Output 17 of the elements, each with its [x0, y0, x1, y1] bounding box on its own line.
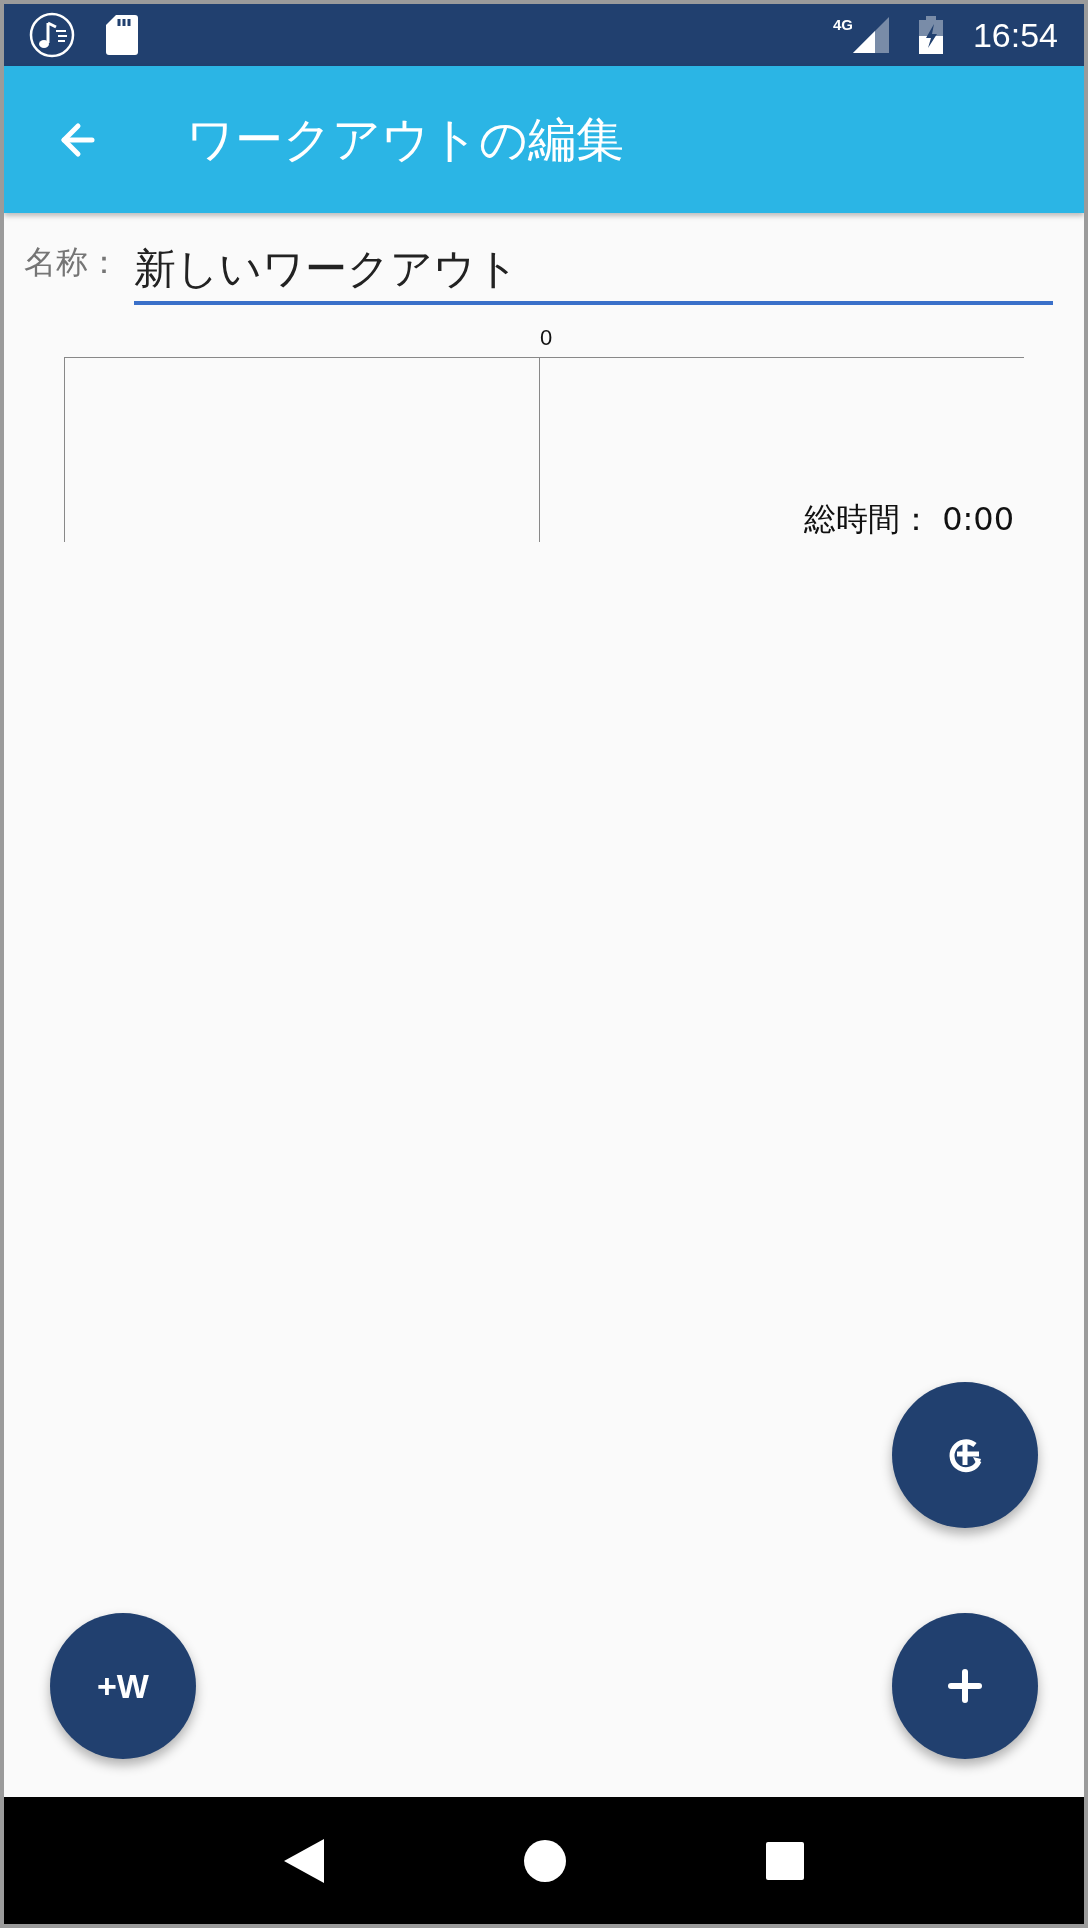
axis-label: 0	[539, 325, 553, 351]
add-repeat-button[interactable]	[892, 1382, 1038, 1528]
total-time: 総時間： 0:00	[803, 499, 1014, 540]
sd-card-icon	[106, 15, 138, 55]
name-label: 名称：	[24, 242, 120, 283]
signal-icon	[852, 17, 889, 53]
home-nav-icon[interactable]	[524, 1839, 566, 1882]
name-field[interactable]: 新しいワークアウト	[134, 244, 1053, 305]
music-icon	[28, 11, 76, 59]
network-type: 4G	[832, 16, 853, 33]
screen-title: ワークアウトの編集	[186, 109, 624, 169]
back-nav-icon[interactable]	[284, 1838, 324, 1883]
add-workout-button[interactable]: +W	[50, 1613, 196, 1759]
clock: 16:54	[972, 15, 1058, 55]
battery-charging-icon	[918, 16, 943, 54]
add-button[interactable]	[892, 1613, 1038, 1759]
recents-nav-icon[interactable]	[766, 1841, 804, 1880]
